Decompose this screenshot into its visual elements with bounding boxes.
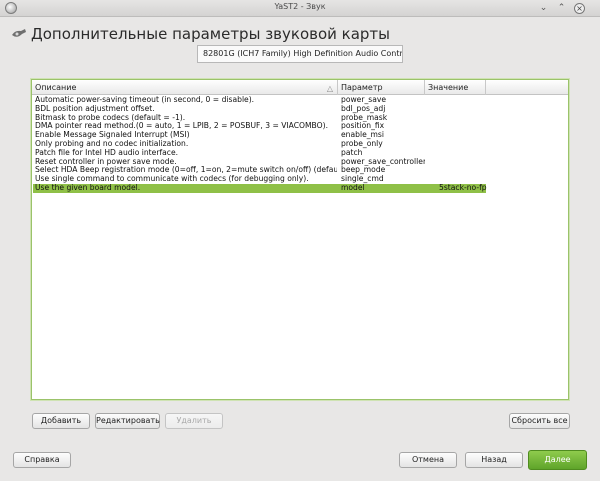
column-header-description[interactable]: Описание △ xyxy=(32,80,338,95)
next-button[interactable]: Далее xyxy=(528,450,587,470)
cell-description: Reset controller in power save mode. xyxy=(35,157,177,166)
cell-description: DMA pointer read method.(0 = auto, 1 = L… xyxy=(35,122,328,131)
maximize-icon[interactable]: ⌃ xyxy=(556,3,567,14)
cell-description: Patch file for Intel HD audio interface. xyxy=(35,148,179,157)
cancel-button[interactable]: Отмена xyxy=(399,452,457,468)
device-name-field: 82801G (ICH7 Family) High Definition Aud… xyxy=(197,45,403,63)
table-row[interactable]: Select HDA Beep registration mode (0=off… xyxy=(32,166,568,175)
cell-parameter: bdl_pos_adj xyxy=(341,104,386,113)
cell-description: Enable Message Signaled Interrupt (MSI) xyxy=(35,131,190,140)
help-button[interactable]: Справка xyxy=(13,452,71,468)
cell-parameter: probe_mask xyxy=(341,113,388,122)
table-header: Описание △ Параметр Значение xyxy=(32,80,568,95)
table-row[interactable]: Only probing and no codec initialization… xyxy=(32,140,568,149)
cell-parameter: single_cmd xyxy=(341,175,384,184)
cell-description: Bitmask to probe codecs (default = -1). xyxy=(35,113,186,122)
sound-card-icon xyxy=(12,29,26,37)
table-body: Automatic power-saving timeout (in secon… xyxy=(32,96,568,193)
cell-parameter: enable_msi xyxy=(341,131,385,140)
table-row[interactable]: Use single command to communicate with c… xyxy=(32,175,568,184)
cell-parameter: probe_only xyxy=(341,139,383,148)
cell-description: Use the given board model. xyxy=(35,183,141,192)
parameters-table[interactable]: Описание △ Параметр Значение Automatic p… xyxy=(31,79,569,400)
table-row[interactable]: Patch file for Intel HD audio interface.… xyxy=(32,149,568,158)
table-row[interactable]: Enable Message Signaled Interrupt (MSI) e… xyxy=(32,131,568,140)
table-row[interactable]: Reset controller in power save mode. powe… xyxy=(32,158,568,167)
table-row[interactable]: DMA pointer read method.(0 = auto, 1 = L… xyxy=(32,122,568,131)
cell-parameter: power_save xyxy=(341,96,387,104)
cell-parameter: model xyxy=(341,183,365,192)
edit-button[interactable]: Редактировать xyxy=(95,413,160,429)
window-title: YaST2 - Звук xyxy=(274,2,326,11)
reset-all-button[interactable]: Сбросить все xyxy=(509,413,570,429)
column-header-description-label: Описание xyxy=(35,83,77,92)
cell-description: BDL position adjustment offset. xyxy=(35,104,155,113)
column-header-value[interactable]: Значение xyxy=(425,80,486,95)
add-button[interactable]: Добавить xyxy=(32,413,90,429)
column-header-parameter[interactable]: Параметр xyxy=(338,80,425,95)
cell-parameter: beep_mode xyxy=(341,166,386,175)
sort-ascending-icon: △ xyxy=(326,84,333,93)
cell-description: Only probing and no codec initialization… xyxy=(35,139,189,148)
cell-parameter: position_fix xyxy=(341,122,385,131)
table-row[interactable]: Bitmask to probe codecs (default = -1). p… xyxy=(32,114,568,123)
cell-value: 5stack-no-fp xyxy=(439,183,487,192)
table-row[interactable]: Automatic power-saving timeout (in secon… xyxy=(32,96,568,105)
back-button[interactable]: Назад xyxy=(465,452,523,468)
window-titlebar: YaST2 - Звук ⌄ ⌃ × xyxy=(0,0,600,17)
cell-parameter: patch xyxy=(341,148,363,157)
page-title: Дополнительные параметры звуковой карты xyxy=(31,25,391,43)
cell-description: Use single command to communicate with c… xyxy=(35,175,309,184)
cell-description: Automatic power-saving timeout (in secon… xyxy=(35,96,255,104)
close-icon[interactable]: × xyxy=(574,3,585,14)
cell-parameter: power_save_controller xyxy=(341,157,425,166)
delete-button[interactable]: Удалить xyxy=(165,413,223,429)
table-row-selected[interactable]: Use the given board model. model 5stack-no… xyxy=(32,183,568,193)
cell-description: Select HDA Beep registration mode (0=off… xyxy=(35,166,337,175)
table-row[interactable]: BDL position adjustment offset. bdl_pos_a… xyxy=(32,105,568,114)
minimize-icon[interactable]: ⌄ xyxy=(538,3,549,14)
